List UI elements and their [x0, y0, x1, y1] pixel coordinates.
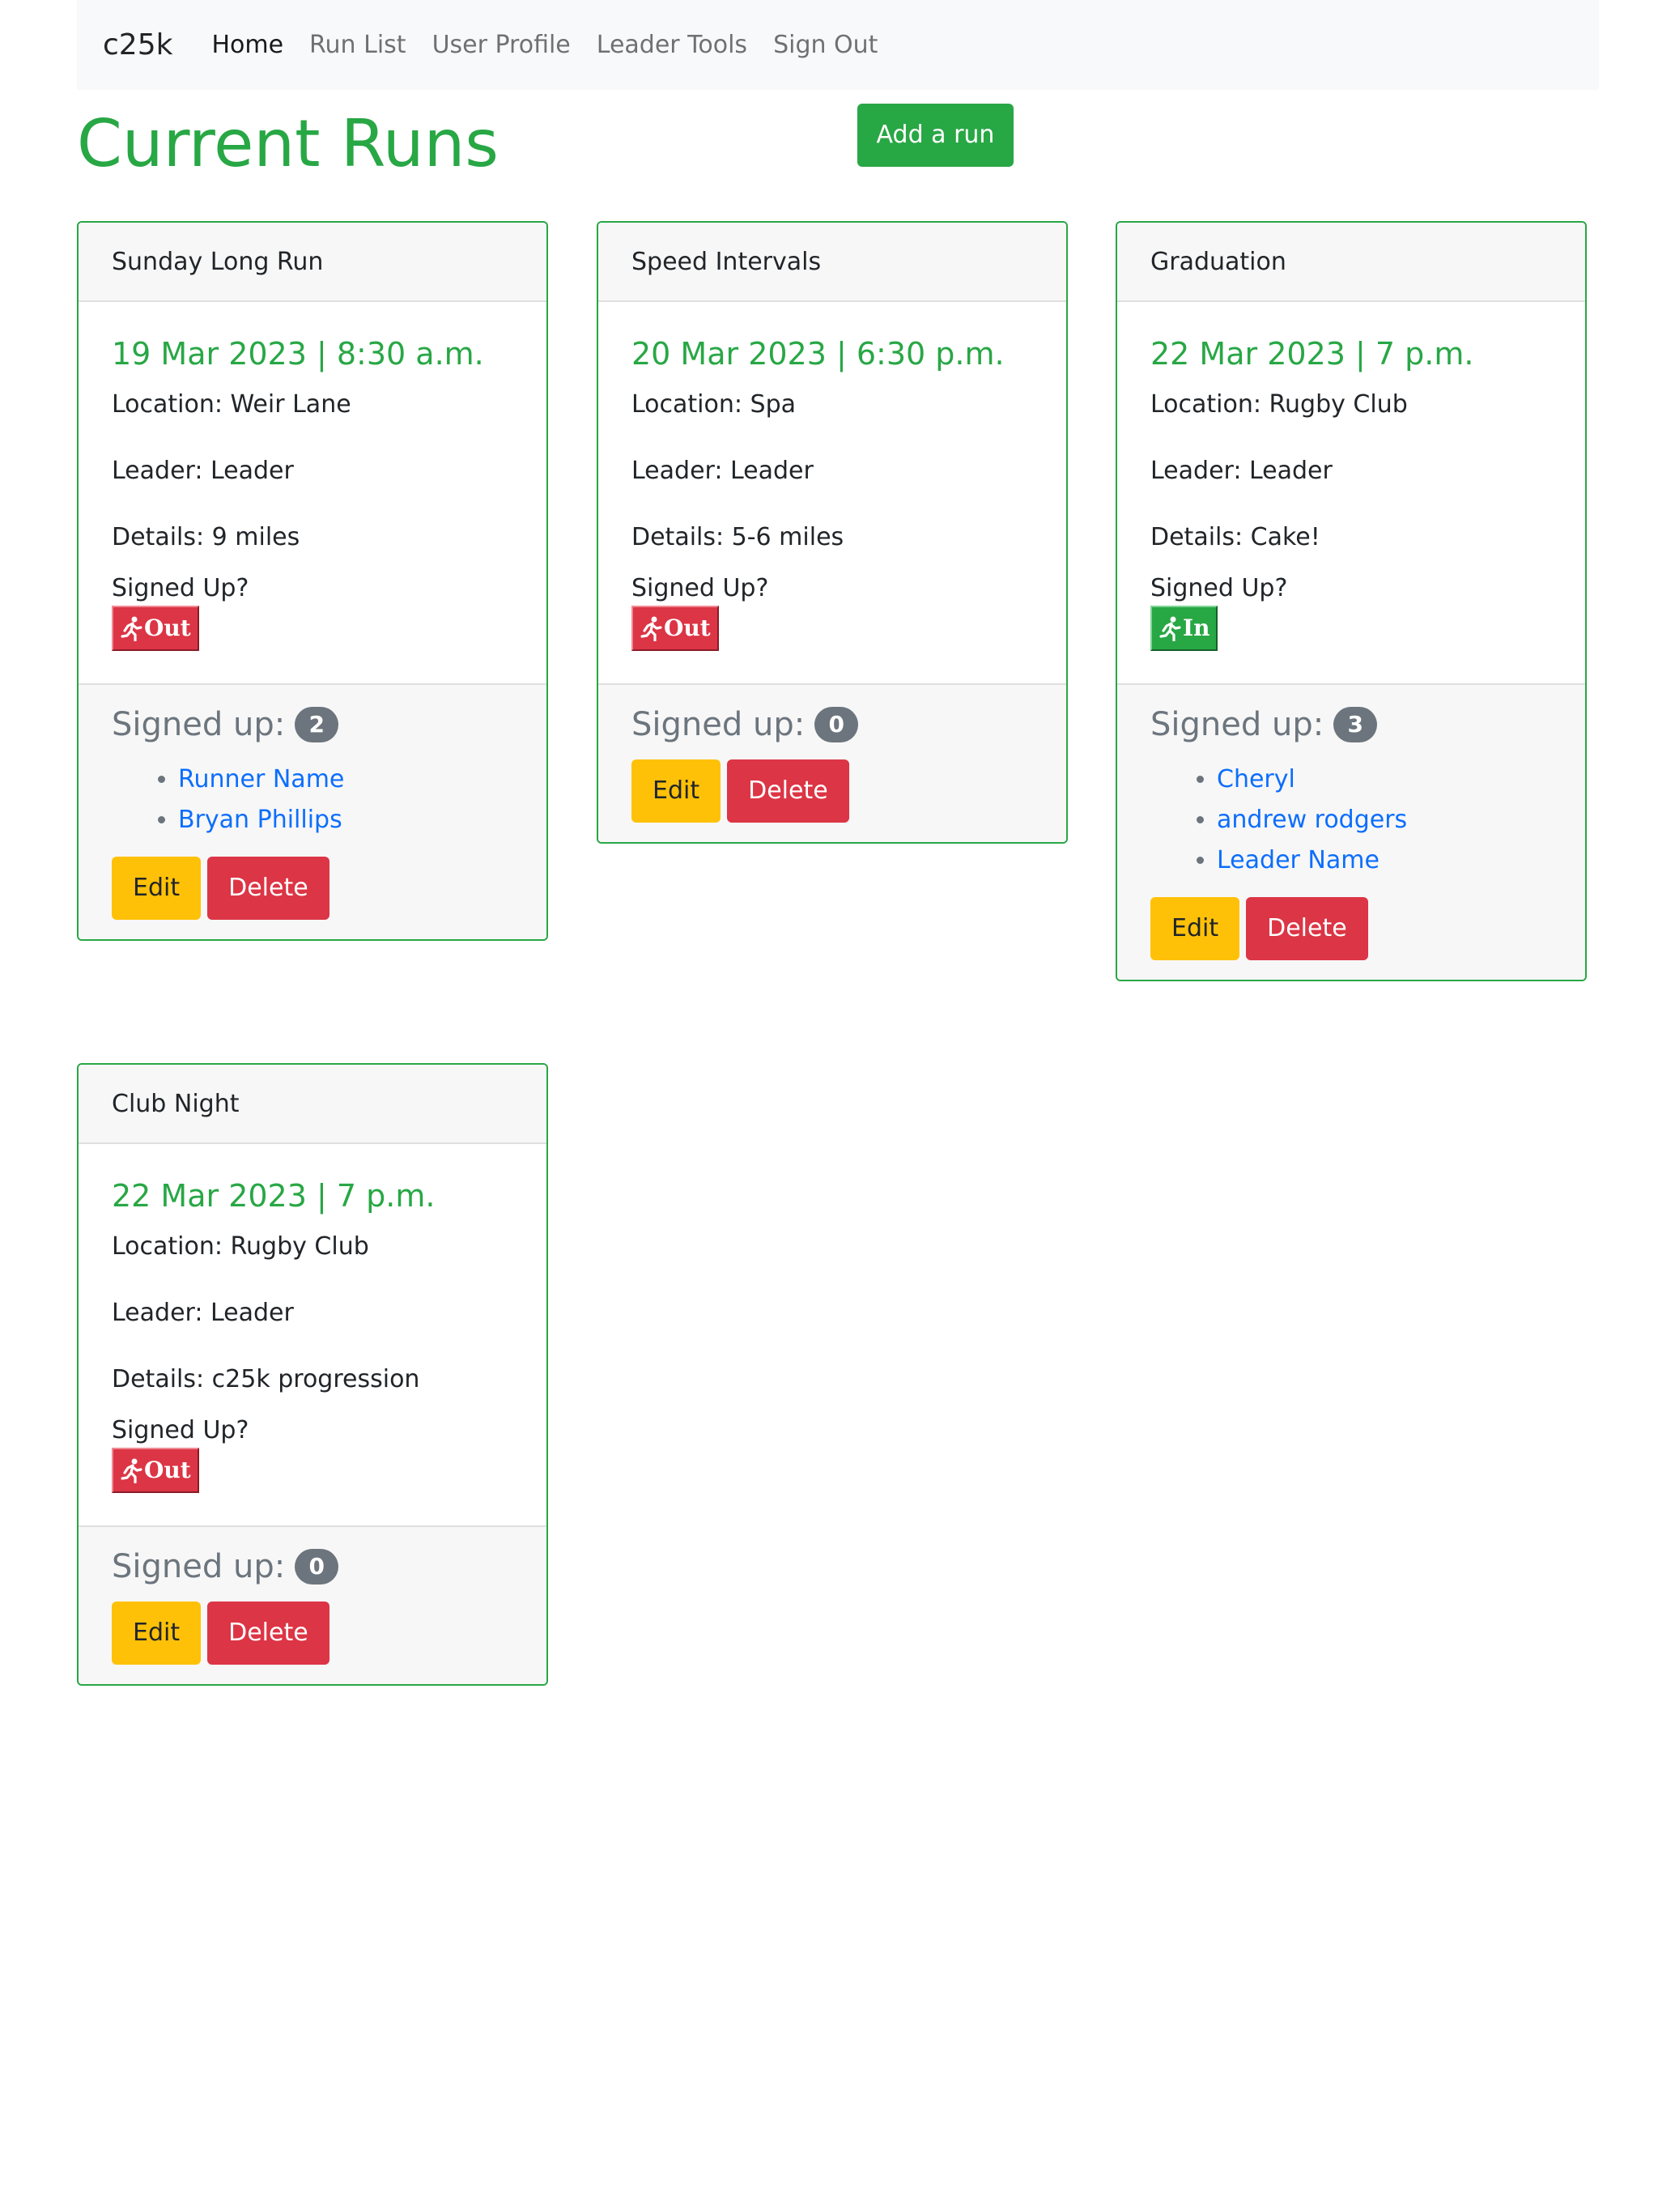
signed-up-count-row: Signed up: 3: [1150, 706, 1552, 743]
signup-status-label: Out: [664, 615, 711, 642]
list-item: andrew rodgers: [1217, 800, 1552, 840]
runner-link[interactable]: Cheryl: [1217, 765, 1295, 793]
signed-up-count-label: Signed up:: [112, 1547, 286, 1585]
runner-icon: [640, 616, 662, 641]
run-card-title: Club Night: [79, 1065, 546, 1144]
run-card-body: 22 Mar 2023 | 7 p.m. Location: Rugby Clu…: [79, 1144, 546, 1525]
list-item: Leader Name: [1217, 840, 1552, 881]
signed-up-count-badge: 3: [1333, 706, 1378, 742]
runner-icon: [1159, 616, 1181, 641]
signup-toggle-button[interactable]: In: [1150, 605, 1218, 651]
runner-list: Runner Name Bryan Phillips: [112, 759, 513, 840]
run-location: Location: Spa: [631, 389, 796, 419]
signup-toggle-button[interactable]: Out: [112, 1447, 199, 1493]
nav-item-run-list[interactable]: Run List: [309, 31, 406, 59]
signed-up-count-row: Signed up: 2: [112, 706, 513, 743]
signup-status-label: Out: [144, 1457, 191, 1484]
signed-up-count-row: Signed up: 0: [631, 706, 1033, 743]
run-location: Location: Rugby Club: [112, 1231, 369, 1261]
card-actions: Edit Delete: [112, 1601, 513, 1665]
runner-icon: [121, 1458, 142, 1483]
delete-button[interactable]: Delete: [207, 856, 329, 920]
signed-up-count-label: Signed up:: [112, 705, 286, 743]
run-leader: Leader: Leader: [112, 456, 294, 485]
list-item: Runner Name: [178, 759, 513, 800]
runner-link[interactable]: andrew rodgers: [1217, 806, 1407, 834]
run-card-body: 20 Mar 2023 | 6:30 p.m. Location: Spa Le…: [598, 302, 1066, 683]
signed-up-count-label: Signed up:: [631, 705, 806, 743]
run-card-footer: Signed up: 0 Edit Delete: [598, 683, 1066, 842]
run-details: Details: 9 miles: [112, 522, 300, 551]
runner-icon: [121, 616, 142, 641]
nav-item-sign-out[interactable]: Sign Out: [773, 31, 878, 59]
edit-button[interactable]: Edit: [112, 1601, 202, 1665]
signed-up-count-badge: 2: [295, 706, 339, 742]
navbar: c25k Home Run List User Profile Leader T…: [77, 0, 1599, 90]
signed-up-question: Signed Up?: [1150, 573, 1288, 602]
add-run-button[interactable]: Add a run: [857, 104, 1014, 167]
card-actions: Edit Delete: [112, 856, 513, 920]
signed-up-question: Signed Up?: [631, 573, 769, 602]
signed-up-question: Signed Up?: [112, 573, 249, 602]
run-datetime: 22 Mar 2023 | 7 p.m.: [1150, 336, 1474, 372]
signed-up-question: Signed Up?: [112, 1415, 249, 1444]
list-item: Cheryl: [1217, 759, 1552, 800]
run-leader: Leader: Leader: [112, 1298, 294, 1327]
page-title: Current Runs: [77, 106, 499, 181]
signup-status-label: In: [1183, 615, 1210, 642]
signup-toggle-button[interactable]: Out: [112, 605, 199, 651]
nav-item-user-profile[interactable]: User Profile: [432, 31, 571, 59]
run-leader: Leader: Leader: [631, 456, 814, 485]
run-location: Location: Weir Lane: [112, 389, 351, 419]
runner-link[interactable]: Runner Name: [178, 765, 344, 793]
navbar-brand[interactable]: c25k: [103, 28, 172, 62]
run-card: Speed Intervals 20 Mar 2023 | 6:30 p.m. …: [597, 221, 1068, 844]
runner-list: Cheryl andrew rodgers Leader Name: [1150, 759, 1552, 881]
run-card: Sunday Long Run 19 Mar 2023 | 8:30 a.m. …: [77, 221, 548, 941]
signup-toggle-button[interactable]: Out: [631, 605, 719, 651]
run-card-footer: Signed up: 0 Edit Delete: [79, 1525, 546, 1684]
delete-button[interactable]: Delete: [727, 759, 849, 823]
run-datetime: 22 Mar 2023 | 7 p.m.: [112, 1178, 436, 1214]
runner-link[interactable]: Leader Name: [1217, 846, 1380, 874]
run-card: Graduation 22 Mar 2023 | 7 p.m. Location…: [1116, 221, 1587, 981]
run-card-title: Speed Intervals: [598, 223, 1066, 302]
signed-up-count-row: Signed up: 0: [112, 1548, 513, 1585]
run-card-title: Graduation: [1117, 223, 1585, 302]
delete-button[interactable]: Delete: [207, 1601, 329, 1665]
card-actions: Edit Delete: [631, 759, 1033, 823]
delete-button[interactable]: Delete: [1246, 896, 1368, 960]
nav-item-leader-tools[interactable]: Leader Tools: [597, 31, 747, 59]
signed-up-count-badge: 0: [814, 706, 859, 742]
run-datetime: 19 Mar 2023 | 8:30 a.m.: [112, 336, 484, 372]
edit-button[interactable]: Edit: [112, 856, 202, 920]
run-card: Club Night 22 Mar 2023 | 7 p.m. Location…: [77, 1063, 548, 1686]
run-location: Location: Rugby Club: [1150, 389, 1408, 419]
run-card-footer: Signed up: 2 Runner Name Bryan Phillips …: [79, 683, 546, 939]
signed-up-count-badge: 0: [295, 1548, 339, 1585]
runner-link[interactable]: Bryan Phillips: [178, 806, 342, 834]
run-details: Details: c25k progression: [112, 1364, 420, 1393]
list-item: Bryan Phillips: [178, 800, 513, 840]
edit-button[interactable]: Edit: [1150, 896, 1240, 960]
card-actions: Edit Delete: [1150, 896, 1552, 960]
nav-item-home[interactable]: Home: [211, 31, 283, 59]
run-leader: Leader: Leader: [1150, 456, 1333, 485]
run-datetime: 20 Mar 2023 | 6:30 p.m.: [631, 336, 1005, 372]
run-card-body: 19 Mar 2023 | 8:30 a.m. Location: Weir L…: [79, 302, 546, 683]
run-card-footer: Signed up: 3 Cheryl andrew rodgers Leade…: [1117, 683, 1585, 980]
signup-status-label: Out: [144, 615, 191, 642]
run-card-title: Sunday Long Run: [79, 223, 546, 302]
edit-button[interactable]: Edit: [631, 759, 721, 823]
run-card-body: 22 Mar 2023 | 7 p.m. Location: Rugby Clu…: [1117, 302, 1585, 683]
run-details: Details: Cake!: [1150, 522, 1320, 551]
run-details: Details: 5-6 miles: [631, 522, 844, 551]
signed-up-count-label: Signed up:: [1150, 705, 1324, 743]
